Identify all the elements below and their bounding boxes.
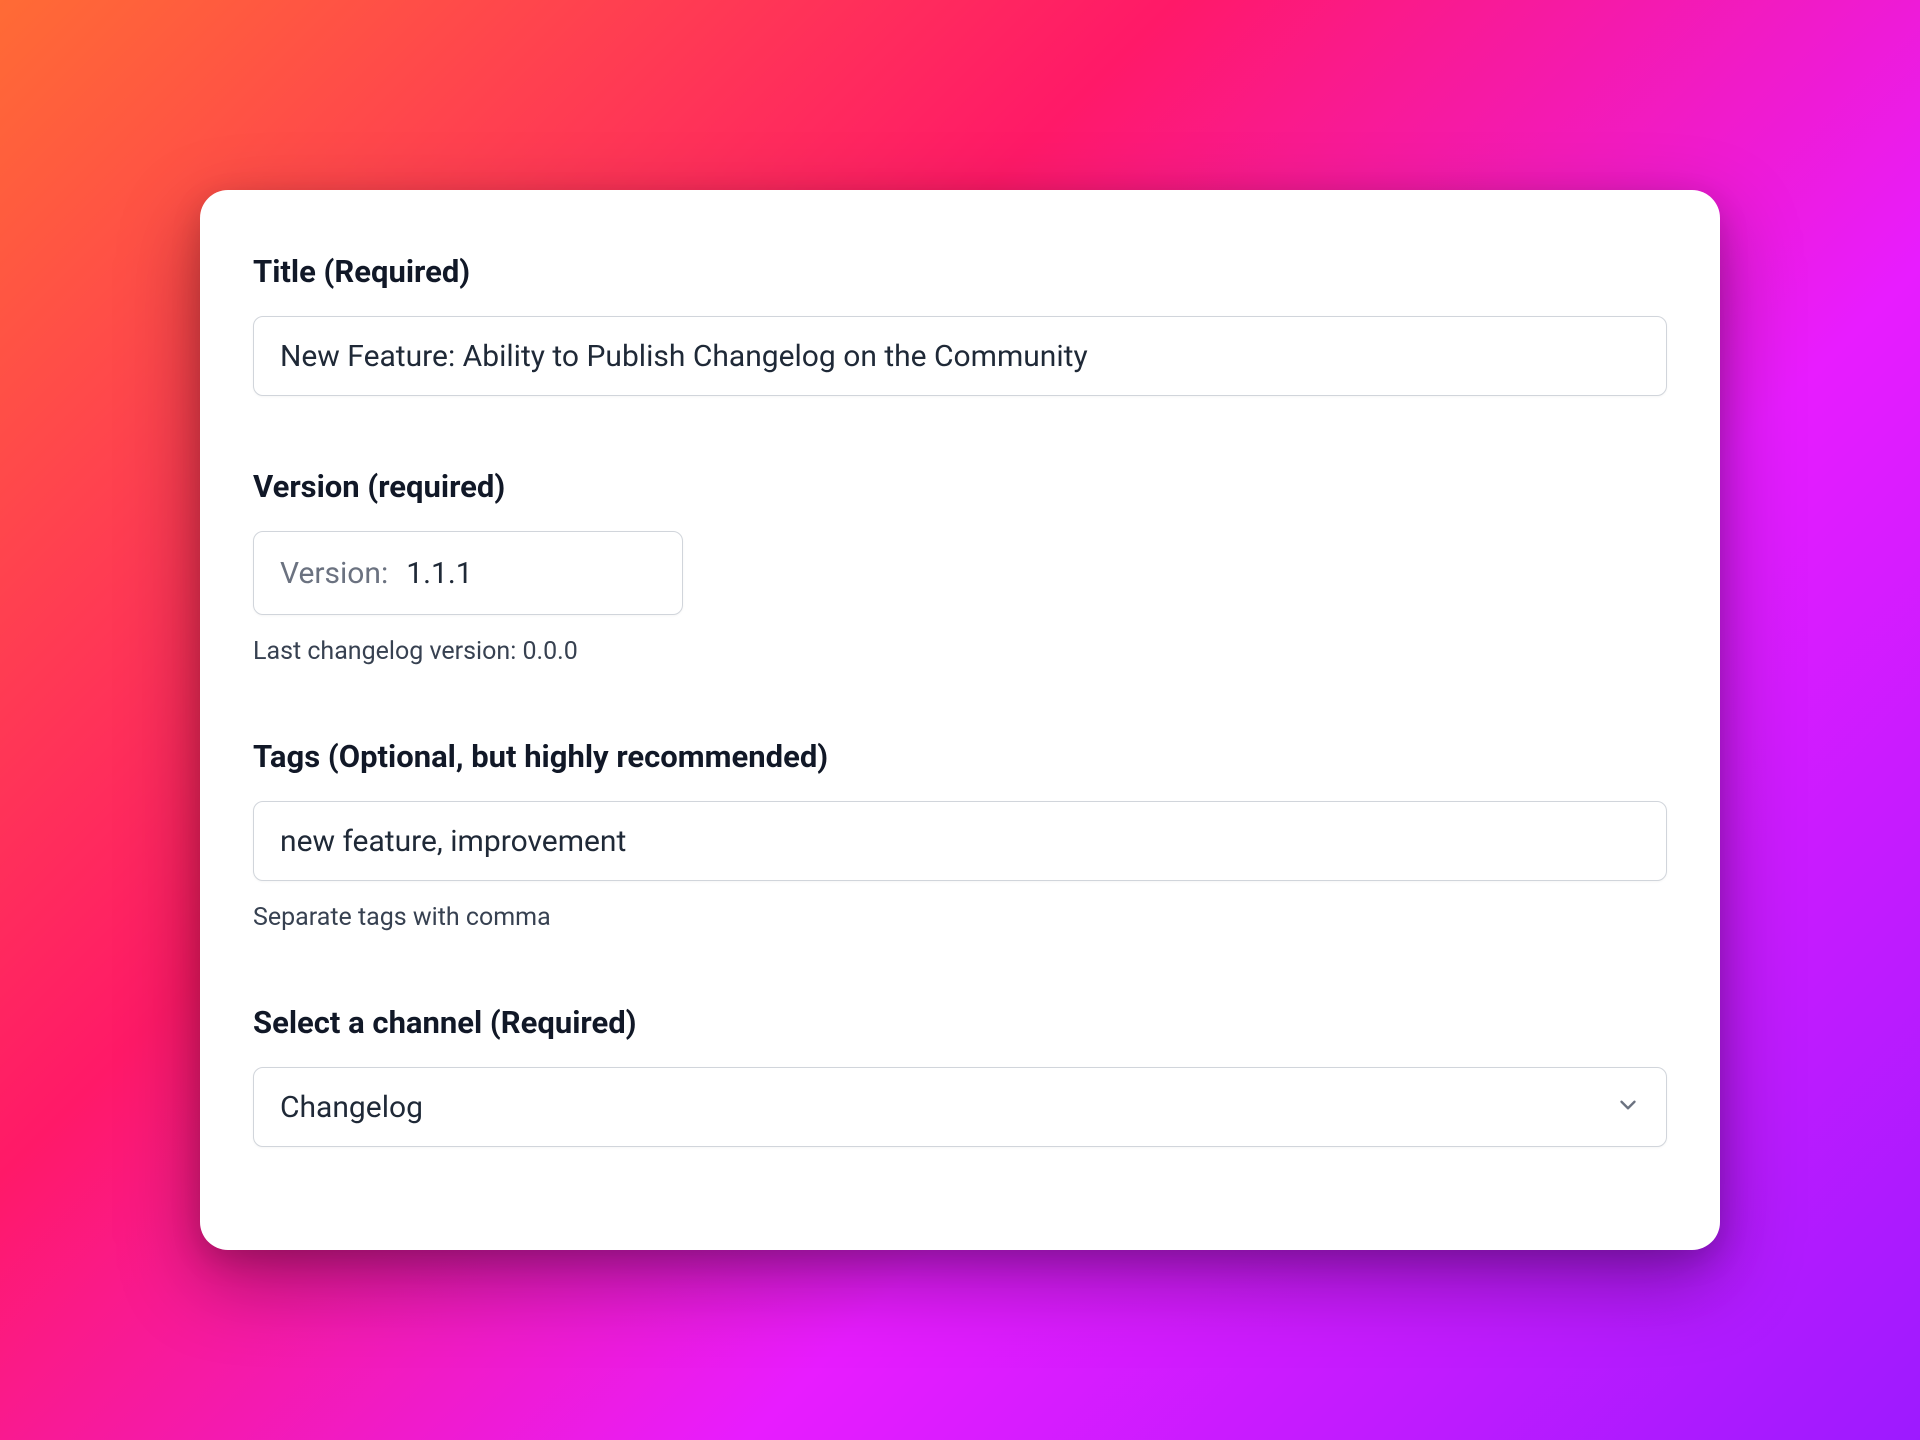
channel-select[interactable]: Changelog [253, 1067, 1667, 1147]
title-group: Title (Required) [253, 253, 1667, 396]
version-input-wrapper: Version: [253, 531, 683, 615]
version-label: Version (required) [253, 468, 1667, 505]
channel-selected-value: Changelog [280, 1090, 423, 1125]
changelog-form-card: Title (Required) Version (required) Vers… [200, 190, 1720, 1250]
tags-label: Tags (Optional, but highly recommended) [253, 738, 1667, 775]
tags-group: Tags (Optional, but highly recommended) … [253, 738, 1667, 932]
version-prefix: Version: [280, 556, 388, 591]
tags-input[interactable] [253, 801, 1667, 881]
channel-group: Select a channel (Required) Changelog [253, 1004, 1667, 1147]
version-helper: Last changelog version: 0.0.0 [253, 637, 1667, 666]
version-input[interactable] [406, 556, 546, 591]
version-group: Version (required) Version: Last changel… [253, 468, 1667, 666]
title-input[interactable] [253, 316, 1667, 396]
title-label: Title (Required) [253, 253, 1667, 290]
channel-select-wrapper: Changelog [253, 1067, 1667, 1147]
channel-label: Select a channel (Required) [253, 1004, 1667, 1041]
tags-helper: Separate tags with comma [253, 903, 1667, 932]
